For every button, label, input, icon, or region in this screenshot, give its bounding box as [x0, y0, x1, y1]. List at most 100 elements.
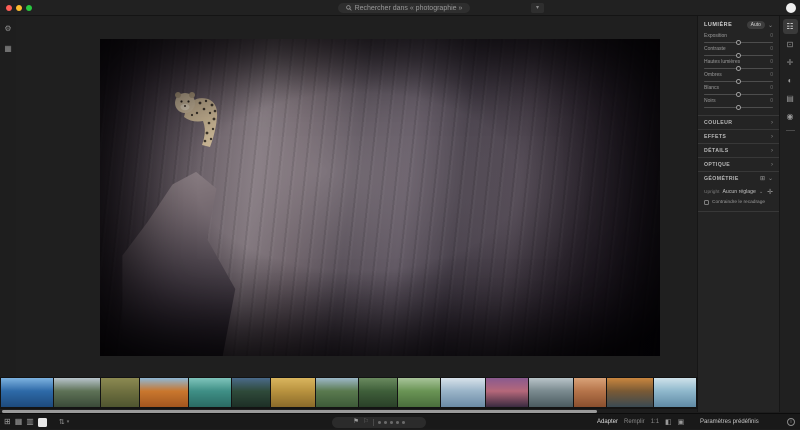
- more-icon[interactable]: ◉: [783, 109, 798, 124]
- slider-track[interactable]: [704, 94, 773, 96]
- upright-dropdown[interactable]: Aucun réglage: [722, 189, 755, 195]
- search-placeholder: Rechercher dans « photographie »: [355, 5, 463, 12]
- section-gomtrie[interactable]: GÉOMÉTRIE⊞⌄: [698, 171, 779, 185]
- thumbnail-storm-lightning[interactable]: [232, 378, 270, 407]
- light-panel-header: LUMIÈRE Auto ⌄: [698, 16, 779, 33]
- thumbnail-savanna-aerial[interactable]: [101, 378, 139, 407]
- slider-handle[interactable]: [736, 53, 741, 58]
- guided-upright-icon[interactable]: ✛: [767, 188, 773, 196]
- before-after-icon[interactable]: ◧: [665, 418, 672, 426]
- section-optique[interactable]: OPTIQUE›: [698, 157, 779, 171]
- slider-row: Hautes lumières0: [704, 59, 773, 69]
- thumbnail-teal-lagoon[interactable]: [189, 378, 231, 407]
- chevron-down-icon[interactable]: ⌄: [768, 22, 773, 29]
- grid-icon[interactable]: ▦: [0, 40, 16, 56]
- view-controls: ⊞ ▦▥ ⇅▾: [4, 414, 69, 430]
- upright-row: Upright Aucun réglage ⌄ ✛: [704, 188, 773, 196]
- slider-handle[interactable]: [736, 92, 741, 97]
- chevron-right-icon: ›: [771, 148, 773, 154]
- photo-canvas: [16, 16, 697, 377]
- sort-button[interactable]: ⇅▾: [59, 418, 69, 426]
- thumbnail-dolomite-peaks[interactable]: [54, 378, 100, 407]
- search-options-button[interactable]: ▾: [531, 3, 544, 13]
- slider-handle[interactable]: [736, 79, 741, 84]
- close-window-button[interactable]: [6, 5, 12, 11]
- zoom-option[interactable]: Adapter: [597, 419, 618, 425]
- rating-star-2[interactable]: [384, 421, 387, 424]
- constrain-crop-checkbox[interactable]: [704, 200, 709, 205]
- section-couleur[interactable]: COULEUR›: [698, 115, 779, 129]
- thumbnail-acacia-sunset[interactable]: [486, 378, 528, 407]
- rating-star-3[interactable]: [390, 421, 393, 424]
- slider-track[interactable]: [704, 55, 773, 57]
- zoom-window-button[interactable]: [26, 5, 32, 11]
- thumbnail-desert-dunes[interactable]: [140, 378, 188, 407]
- rating-pill: ⚑ ⚐: [332, 417, 426, 428]
- reject-flag-icon[interactable]: ⚐: [363, 419, 369, 426]
- presets-button[interactable]: Paramètres prédéfinis: [700, 414, 759, 430]
- info-icon[interactable]: i: [787, 418, 795, 426]
- rating-star-4[interactable]: [396, 421, 399, 424]
- masking-icon[interactable]: ◐: [783, 73, 798, 88]
- rating-star-1[interactable]: [378, 421, 381, 424]
- zoom-option[interactable]: Remplir: [624, 419, 645, 425]
- section-dtails[interactable]: DÉTAILS›: [698, 143, 779, 157]
- main-photo[interactable]: [100, 39, 660, 356]
- section-label: GÉOMÉTRIE: [704, 176, 760, 182]
- healing-icon[interactable]: ✛: [783, 55, 798, 70]
- slider-label: Exposition: [704, 33, 727, 39]
- account-avatar[interactable]: [786, 3, 796, 13]
- thumbnail-golden-field[interactable]: [271, 378, 315, 407]
- thumbnail-rolling-hills[interactable]: [398, 378, 440, 407]
- slider-value: 0: [770, 98, 773, 104]
- minimize-window-button[interactable]: [16, 5, 22, 11]
- pick-flag-icon[interactable]: ⚑: [353, 419, 359, 426]
- slider-label: Hautes lumières: [704, 59, 740, 65]
- slider-handle[interactable]: [736, 105, 741, 110]
- search-input[interactable]: Rechercher dans « photographie »: [338, 3, 470, 13]
- chevron-right-icon: ›: [771, 162, 773, 168]
- thumbnail-arctic-blue[interactable]: [1, 378, 53, 407]
- zoom-option[interactable]: 1:1: [651, 419, 659, 425]
- thumbnail-glacier-ice[interactable]: [654, 378, 696, 407]
- slider-track[interactable]: [704, 107, 773, 109]
- thumbnail-forest-river[interactable]: [359, 378, 397, 407]
- section-label: OPTIQUE: [704, 162, 771, 168]
- slider-value: 0: [770, 33, 773, 39]
- detail-view-icon[interactable]: [38, 418, 47, 427]
- overlay-grid-icon[interactable]: ▣: [678, 418, 685, 426]
- add-photos-icon[interactable]: ⊞: [4, 418, 11, 426]
- section-label: DÉTAILS: [704, 148, 771, 154]
- panel-sections: COULEUR›EFFETS›DÉTAILS›OPTIQUE›GÉOMÉTRIE…: [698, 115, 779, 185]
- thumbnail-autumn-mountains[interactable]: [607, 378, 653, 407]
- section-effets[interactable]: EFFETS›: [698, 129, 779, 143]
- slider-handle[interactable]: [736, 66, 741, 71]
- rating-star-5[interactable]: [402, 421, 405, 424]
- zoom-controls: Adapter Remplir 1:1 ◧ ▣: [597, 414, 684, 430]
- crop-icon[interactable]: ⊡: [783, 37, 798, 52]
- slider-track[interactable]: [704, 81, 773, 83]
- divider: [373, 419, 374, 426]
- thumbnail-mountain-mirror[interactable]: [529, 378, 573, 407]
- thumbnail-green-lake[interactable]: [316, 378, 358, 407]
- thumbnail-portrait-closeup[interactable]: [574, 378, 606, 407]
- chevron-down-icon: ▾: [67, 419, 70, 425]
- library-icon[interactable]: ⚙: [0, 20, 16, 36]
- slider-row: Exposition 0: [704, 33, 773, 43]
- geometry-body: Upright Aucun réglage ⌄ ✛ Contraindre le…: [698, 185, 779, 212]
- square-grid-icon[interactable]: ▥: [26, 418, 34, 426]
- grid-view-icon[interactable]: ▦: [15, 418, 23, 426]
- slider-track[interactable]: [704, 42, 773, 44]
- geometry-tool-icon[interactable]: ⊞: [760, 175, 765, 182]
- slider-track[interactable]: [704, 68, 773, 70]
- auto-button[interactable]: Auto: [747, 21, 765, 29]
- thumbnail-river-delta[interactable]: [441, 378, 485, 407]
- edit-sliders-icon[interactable]: ☷: [783, 19, 798, 34]
- slider-row: Ombres0: [704, 72, 773, 82]
- tool-rail: ☷ ⊡ ✛ ◐ ▤ ◉: [779, 16, 800, 412]
- lens-icon[interactable]: ▤: [783, 91, 798, 106]
- divider: [786, 130, 795, 131]
- slider-handle[interactable]: [736, 40, 741, 45]
- light-sliders: Exposition0Contraste0Hautes lumières0Omb…: [698, 33, 779, 115]
- slider-row: Contraste0: [704, 46, 773, 56]
